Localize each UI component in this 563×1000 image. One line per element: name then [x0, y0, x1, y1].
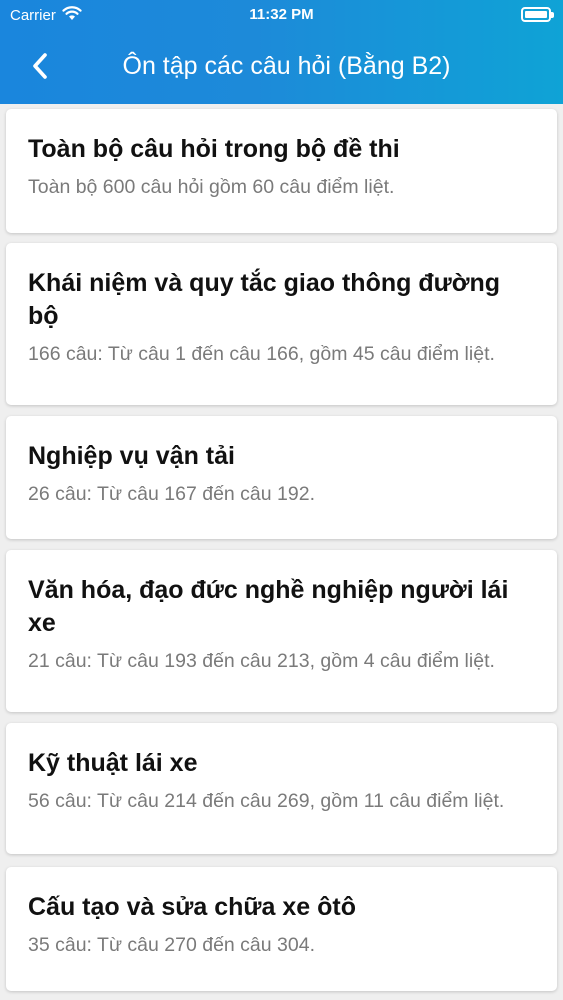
list-item-driver-ethics[interactable]: Văn hóa, đạo đức nghề nghiệp người lái x… [6, 550, 557, 712]
item-title: Cấu tạo và sửa chữa xe ôtô [28, 893, 356, 921]
item-title: Nghiệp vụ vận tải [28, 442, 235, 470]
item-title: Toàn bộ câu hỏi trong bộ đề thi [28, 135, 400, 163]
item-subtitle: 166 câu: Từ câu 1 đến câu 166, gồm 45 câ… [28, 343, 495, 365]
status-bar: Carrier 11:32 PM [0, 0, 563, 30]
item-subtitle: Toàn bộ 600 câu hỏi gồm 60 câu điểm liệt… [28, 176, 395, 198]
page-title: Ôn tập các câu hỏi (Bằng B2) [122, 52, 451, 80]
item-title: Văn hóa, đạo đức nghề nghiệp người lái x… [28, 576, 509, 637]
status-time: 11:32 PM [249, 6, 314, 23]
item-subtitle: 26 câu: Từ câu 167 đến câu 192. [28, 483, 315, 505]
app-header: Carrier 11:32 PM Ôn tập các câu hỏi (Bằn… [0, 0, 563, 104]
battery-icon [521, 7, 554, 22]
item-subtitle: 56 câu: Từ câu 214 đến câu 269, gồm 11 c… [28, 790, 505, 812]
list-item-traffic-rules[interactable]: Khái niệm và quy tắc giao thông đường bộ… [6, 243, 557, 405]
item-title: Kỹ thuật lái xe [28, 749, 198, 777]
list-item-transport-operations[interactable]: Nghiệp vụ vận tải 26 câu: Từ câu 167 đến… [6, 416, 557, 539]
item-subtitle: 21 câu: Từ câu 193 đến câu 213, gồm 4 câ… [28, 650, 495, 672]
item-subtitle: 35 câu: Từ câu 270 đến câu 304. [28, 934, 315, 956]
list-item-driving-technique[interactable]: Kỹ thuật lái xe 56 câu: Từ câu 214 đến c… [6, 723, 557, 854]
item-title: Khái niệm và quy tắc giao thông đường bộ [28, 269, 501, 330]
list-item-all-questions[interactable]: Toàn bộ câu hỏi trong bộ đề thi Toàn bộ … [6, 109, 557, 233]
navigation-bar: Ôn tập các câu hỏi (Bằng B2) [0, 38, 563, 96]
list-item-vehicle-repair[interactable]: Cấu tạo và sửa chữa xe ôtô 35 câu: Từ câ… [6, 867, 557, 991]
